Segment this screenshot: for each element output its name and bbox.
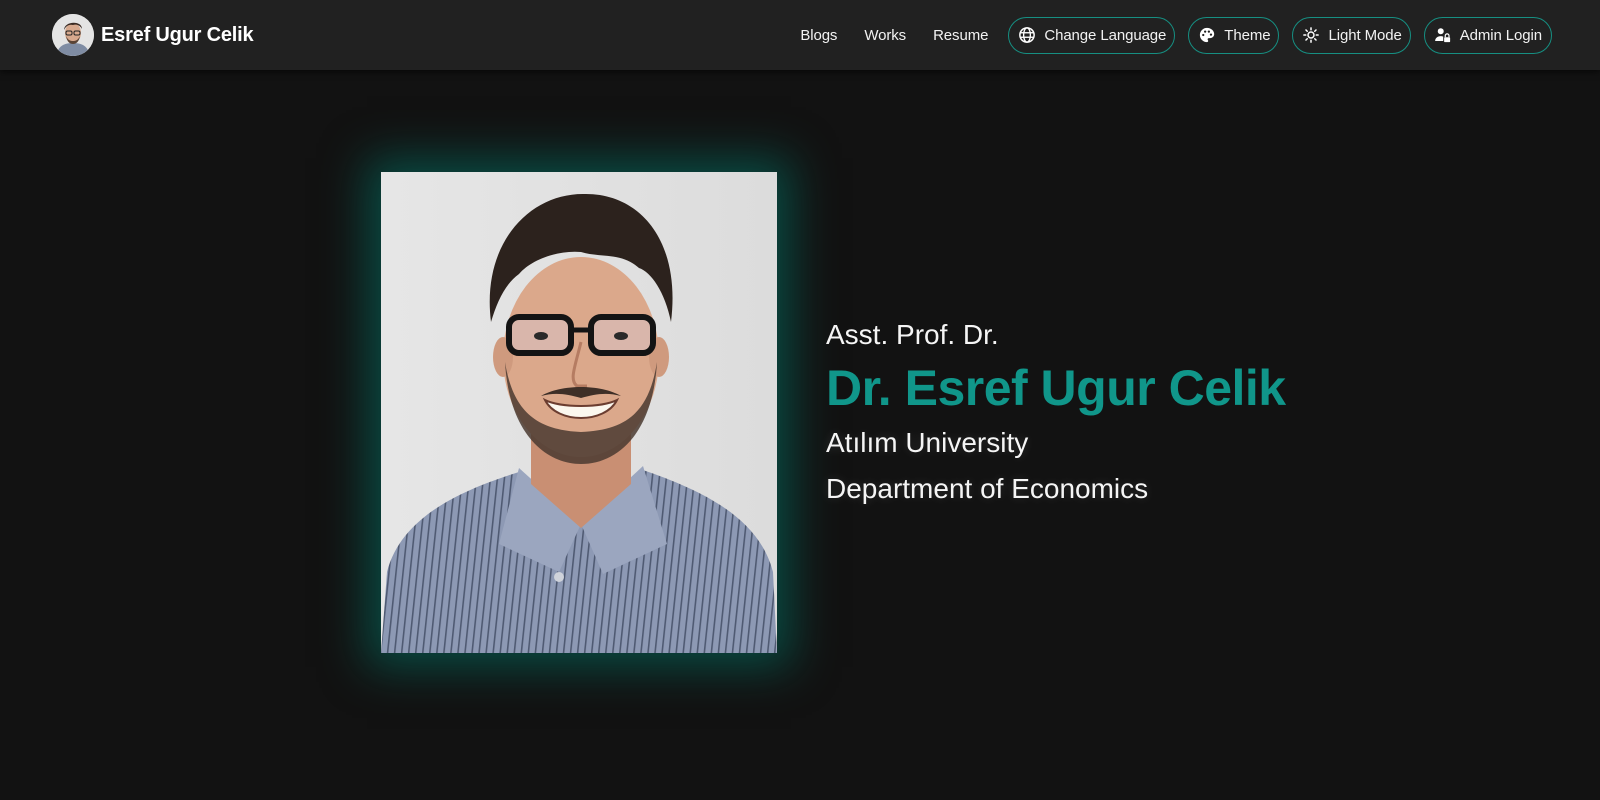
- nav-blogs-link[interactable]: Blogs: [800, 27, 837, 44]
- profile-photo: [381, 172, 777, 653]
- theme-label: Theme: [1224, 26, 1271, 44]
- light-mode-button[interactable]: Light Mode: [1292, 16, 1411, 54]
- theme-button[interactable]: Theme: [1188, 16, 1280, 54]
- main-nav: Blogs Works Resume Change Language Theme: [800, 16, 1552, 54]
- brand-home-link[interactable]: Esref Ugur Celik: [52, 14, 254, 56]
- light-mode-label: Light Mode: [1328, 26, 1402, 44]
- brand-avatar: [52, 14, 94, 56]
- brand-name: Esref Ugur Celik: [101, 23, 254, 46]
- admin-login-label: Admin Login: [1459, 26, 1542, 44]
- nav-works-link[interactable]: Works: [864, 27, 906, 44]
- hero-text: Asst. Prof. Dr. Dr. Esref Ugur Celik Atı…: [826, 314, 1286, 512]
- app-bar: Esref Ugur Celik Blogs Works Resume Chan…: [0, 0, 1600, 70]
- university-name: Atılım University: [826, 427, 1029, 458]
- admin-user-icon: [1434, 28, 1450, 43]
- hero-name: Dr. Esref Ugur Celik: [826, 360, 1286, 416]
- nav-resume-link[interactable]: Resume: [933, 27, 988, 44]
- sun-icon: [1303, 27, 1320, 43]
- globe-icon: [1019, 27, 1036, 43]
- admin-login-button[interactable]: Admin Login: [1423, 16, 1552, 54]
- palette-icon: [1200, 27, 1215, 43]
- change-language-label: Change Language: [1044, 26, 1167, 44]
- change-language-button[interactable]: Change Language: [1008, 16, 1176, 54]
- department-name: Department of Economics: [826, 473, 1149, 504]
- academic-title: Asst. Prof. Dr.: [826, 319, 999, 350]
